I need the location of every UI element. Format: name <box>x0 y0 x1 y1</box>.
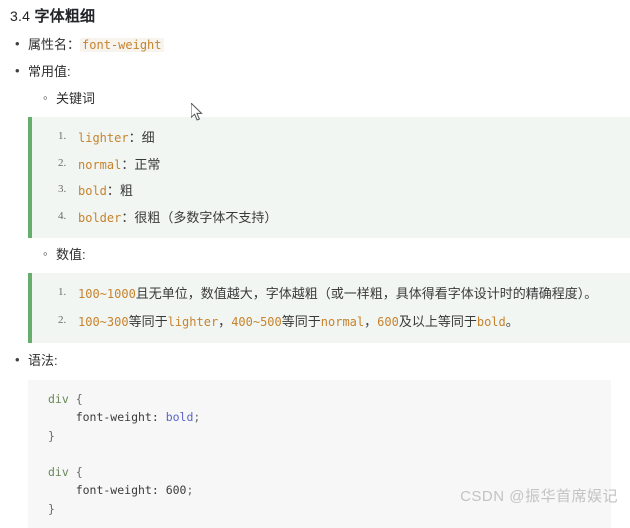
content-list: 属性名：font-weight 常用值: 关键词 lighter：细 norma… <box>0 36 630 528</box>
syntax-label: 语法: <box>28 353 58 368</box>
inline-code-lighter-ref: lighter <box>168 315 219 329</box>
numeric-label: 数值: <box>56 247 86 262</box>
keyword-description: 很粗（多数字体不支持） <box>134 210 277 225</box>
csdn-watermark: CSDN @振华首席娱记 <box>460 485 618 506</box>
inline-code-bold-ref: bold <box>477 315 506 329</box>
inline-code-bolder: bolder <box>78 211 121 225</box>
keyword-description: 细 <box>142 130 155 145</box>
numeric-text-6: 。 <box>506 314 519 329</box>
section-title: 字体粗细 <box>34 8 95 25</box>
keyword-separator: ： <box>107 183 120 198</box>
numeric-text-5: 及以上等同于 <box>399 314 477 329</box>
numeric-text-3: 等同于 <box>282 314 321 329</box>
code-token-property: font-weight: <box>48 483 166 497</box>
inline-code-range-400-500: 400~500 <box>231 315 282 329</box>
inline-code-600: 600 <box>377 315 399 329</box>
inline-code-normal: normal <box>78 158 121 172</box>
list-item-common-values: 常用值: 关键词 lighter：细 normal：正常 bold：粗 <box>28 63 630 343</box>
numeric-text-4: ， <box>364 314 377 329</box>
numeric-item-text: 且无单位，数值越大，字体越粗（或一样粗，具体得看字体设计时的精确程度）。 <box>136 286 598 301</box>
inline-code-range-100-1000: 100~1000 <box>78 287 136 301</box>
code-line: div { <box>28 463 611 482</box>
property-name-label: 属性名： <box>28 37 80 52</box>
numeric-sublist: 数值: <box>28 246 630 265</box>
keyword-separator: ： <box>129 130 142 145</box>
numeric-item: 100~1000且无单位，数值越大，字体越粗（或一样粗，具体得看字体设计时的精确… <box>32 284 620 304</box>
inline-code-bold: bold <box>78 184 107 198</box>
code-token-open-brace: { <box>69 392 83 406</box>
keyword-description: 粗 <box>120 183 133 198</box>
keywords-quote-block: lighter：细 normal：正常 bold：粗 bolder：很粗（多数字… <box>28 117 630 238</box>
code-token-close-brace: } <box>48 429 55 443</box>
list-item-property-name: 属性名：font-weight <box>28 36 630 55</box>
keyword-item: bolder：很粗（多数字体不支持） <box>32 208 620 228</box>
document-page: 3.4 字体粗细 属性名：font-weight 常用值: 关键词 lighte… <box>0 0 630 514</box>
numeric-text-1: 等同于 <box>129 314 168 329</box>
code-token-selector: div <box>48 392 69 406</box>
code-token-selector: div <box>48 465 69 479</box>
page-title: 3.4 字体粗细 <box>0 0 630 27</box>
numeric-ordered-list: 100~1000且无单位，数值越大，字体越粗（或一样粗，具体得看字体设计时的精确… <box>32 284 620 332</box>
code-token-value: bold <box>166 410 194 424</box>
code-line: font-weight: bold; <box>28 408 611 427</box>
code-token-semicolon: ; <box>193 410 200 424</box>
sub-item-keywords: 关键词 <box>56 90 630 109</box>
numeric-text-2: ， <box>218 314 231 329</box>
code-token-semicolon: ; <box>186 483 193 497</box>
sub-item-numeric: 数值: <box>56 246 630 265</box>
code-token-value: 600 <box>166 483 187 497</box>
keyword-separator: ： <box>121 210 134 225</box>
common-values-label: 常用值: <box>28 64 71 79</box>
code-blank-line <box>28 446 611 463</box>
inline-code-lighter: lighter <box>78 131 129 145</box>
keywords-label: 关键词 <box>56 91 95 106</box>
keyword-description: 正常 <box>134 157 160 172</box>
inline-code-range-100-300: 100~300 <box>78 315 129 329</box>
keyword-item: bold：粗 <box>32 181 620 201</box>
keyword-item: normal：正常 <box>32 155 620 175</box>
code-token-property: font-weight: <box>48 410 166 424</box>
keyword-separator: ： <box>121 157 134 172</box>
inline-code-normal-ref: normal <box>321 315 364 329</box>
keywords-ordered-list: lighter：细 normal：正常 bold：粗 bolder：很粗（多数字… <box>32 128 620 227</box>
code-token-open-brace: { <box>69 465 83 479</box>
keyword-item: lighter：细 <box>32 128 620 148</box>
section-number: 3.4 <box>10 8 30 24</box>
numeric-quote-block: 100~1000且无单位，数值越大，字体越粗（或一样粗，具体得看字体设计时的精确… <box>28 273 630 343</box>
code-line: div { <box>28 390 611 409</box>
inline-code-font-weight: font-weight <box>80 38 163 52</box>
code-line: } <box>28 427 611 446</box>
common-values-sublist: 关键词 <box>28 90 630 109</box>
numeric-item: 100~300等同于lighter，400~500等同于normal，600及以… <box>32 312 620 332</box>
